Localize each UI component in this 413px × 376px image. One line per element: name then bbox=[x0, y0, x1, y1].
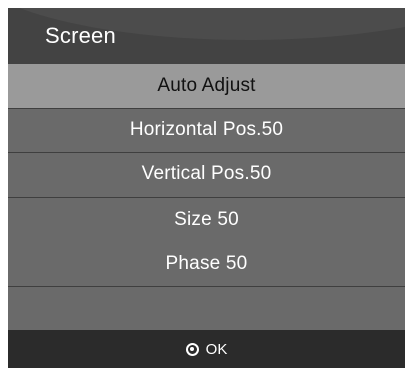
osd-menu-panel: Screen Auto Adjust Horizontal Pos.50 Ver… bbox=[8, 8, 405, 368]
menu-item-size[interactable]: Size 50 bbox=[8, 198, 405, 242]
menu-divider bbox=[8, 152, 405, 153]
menu-title: Screen bbox=[45, 23, 116, 48]
menu-divider bbox=[8, 286, 405, 287]
menu-item-horizontal-pos[interactable]: Horizontal Pos.50 bbox=[8, 108, 405, 152]
menu-item-vertical-pos[interactable]: Vertical Pos.50 bbox=[8, 152, 405, 196]
menu-footer: OK bbox=[8, 330, 405, 368]
menu-list: Auto Adjust Horizontal Pos.50 Vertical P… bbox=[8, 64, 405, 330]
ok-button-icon[interactable] bbox=[185, 342, 199, 356]
menu-item-auto-adjust[interactable]: Auto Adjust bbox=[8, 64, 405, 108]
ok-label[interactable]: OK bbox=[206, 341, 228, 358]
menu-header: Screen bbox=[8, 8, 405, 64]
menu-item-phase[interactable]: Phase 50 bbox=[8, 242, 405, 286]
menu-divider bbox=[8, 108, 405, 109]
